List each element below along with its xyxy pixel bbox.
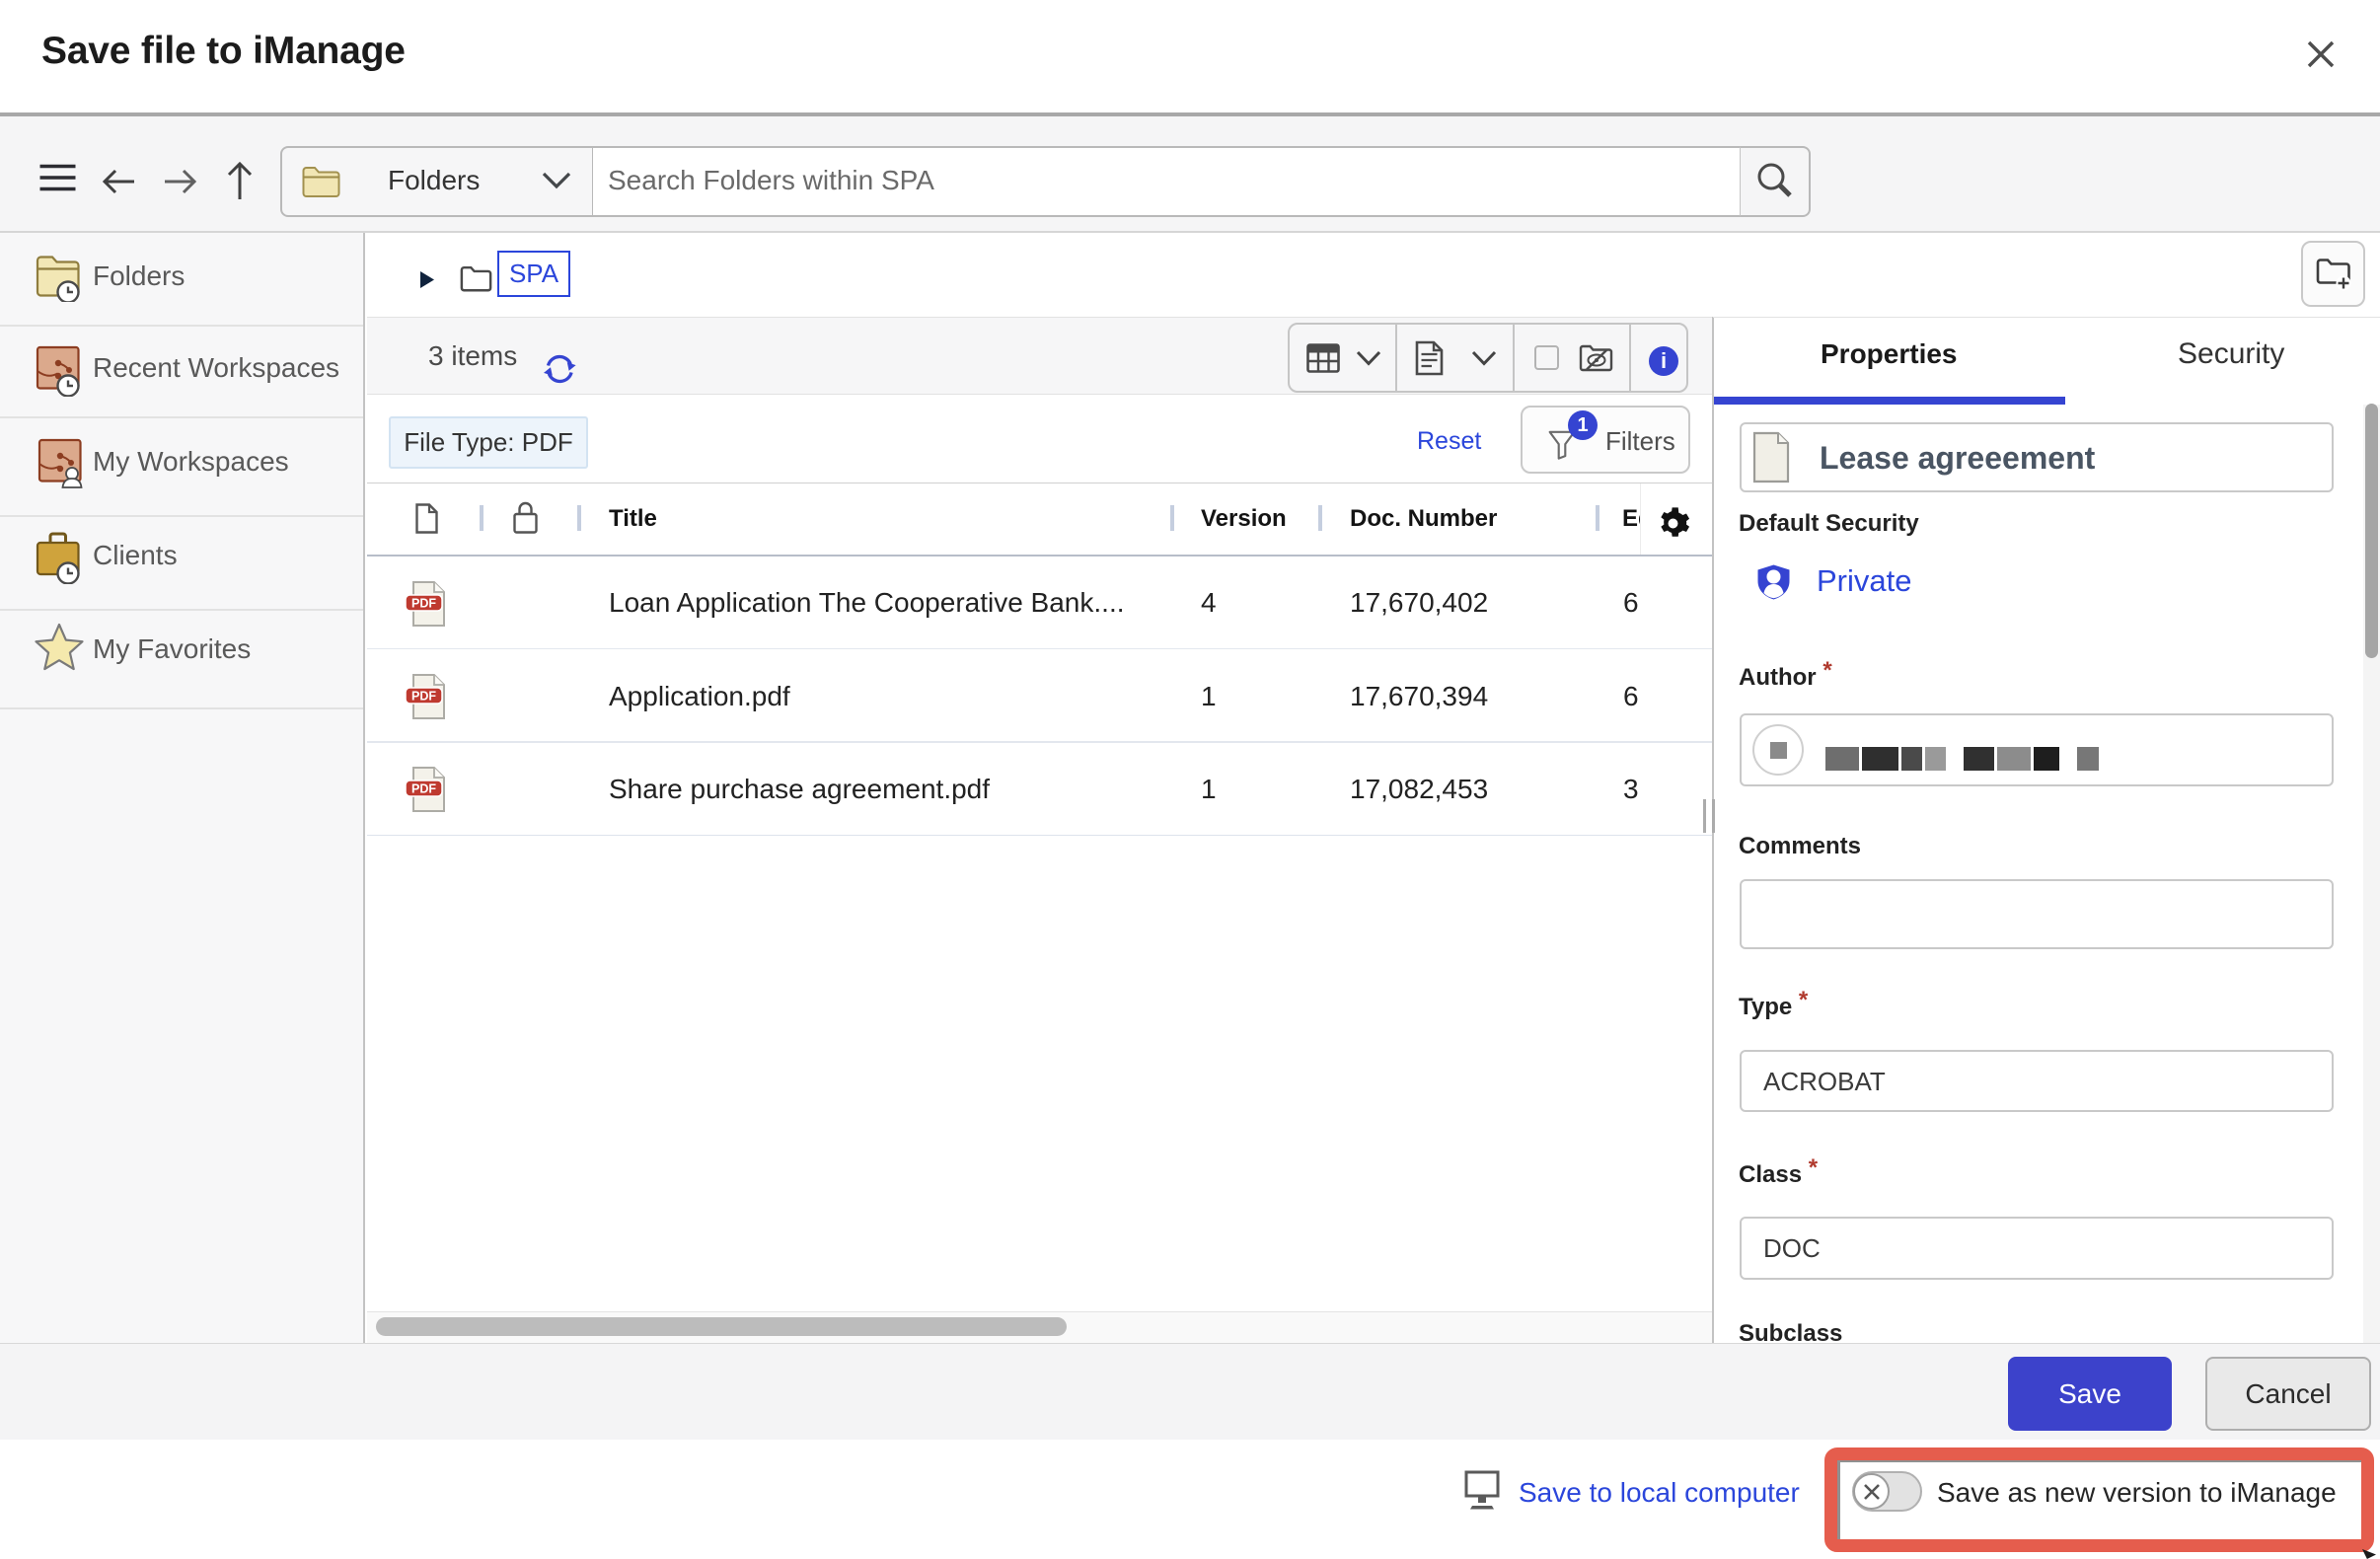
svg-text:PDF: PDF: [411, 597, 436, 611]
svg-text:PDF: PDF: [411, 690, 436, 704]
svg-text:PDF: PDF: [411, 782, 436, 796]
